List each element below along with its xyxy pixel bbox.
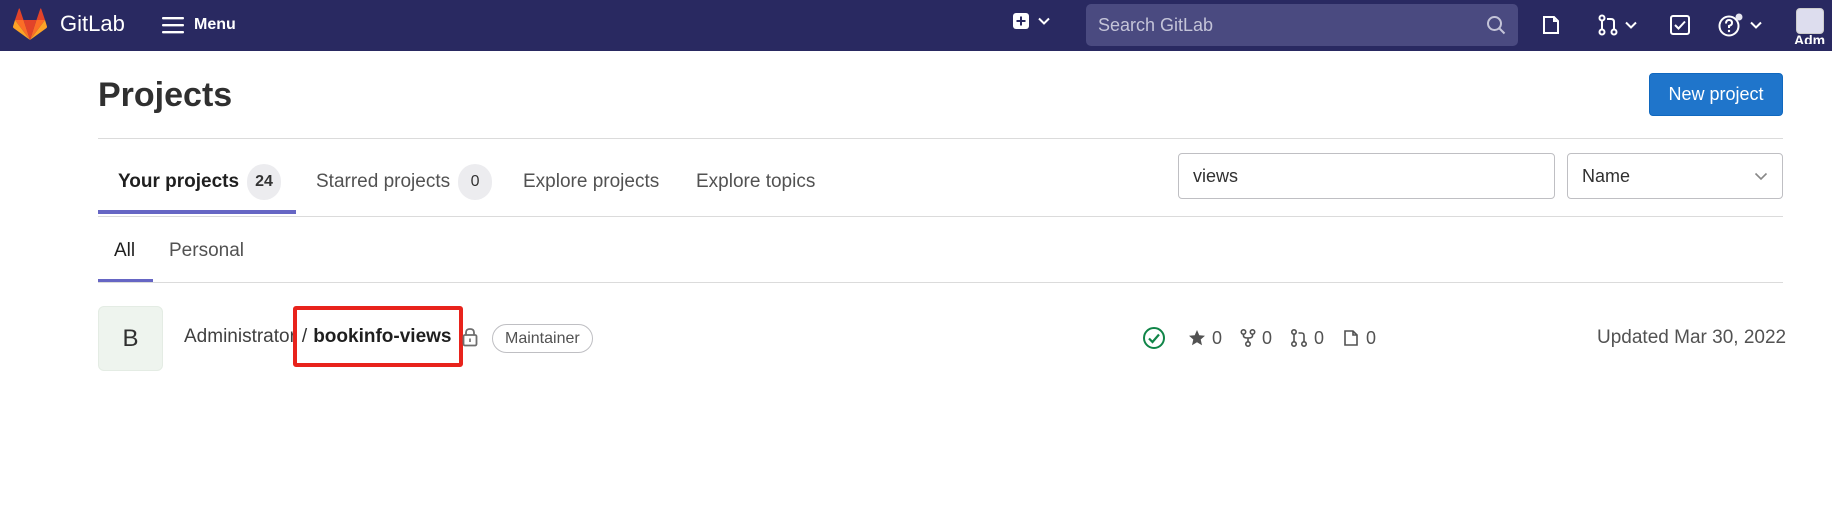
project-stats: 0 0 0 0 — [1142, 326, 1376, 350]
divider — [98, 282, 1783, 283]
tab-starred-projects[interactable]: Starred projects 0 — [316, 150, 493, 214]
chevron-down-icon — [1625, 21, 1637, 29]
create-new-dropdown[interactable] — [1012, 12, 1050, 30]
merge-request-icon — [1598, 14, 1618, 36]
lock-icon — [462, 328, 478, 347]
merge-requests-value: 0 — [1314, 327, 1325, 348]
todo-checkbox-icon — [1670, 15, 1690, 35]
tab-explore-projects[interactable]: Explore projects — [523, 150, 659, 214]
tab-count-badge: 0 — [458, 164, 493, 200]
subtab-all[interactable]: All — [114, 222, 135, 280]
stars-count[interactable]: 0 — [1188, 328, 1222, 349]
user-avatar-menu[interactable]: Adm — [1794, 8, 1828, 44]
merge-requests-nav-button[interactable] — [1597, 12, 1637, 38]
tab-your-projects[interactable]: Your projects 24 — [118, 150, 282, 214]
tab-label: Explore topics — [696, 171, 816, 192]
todos-nav-button[interactable] — [1669, 12, 1691, 38]
tab-explore-topics[interactable]: Explore topics — [696, 150, 815, 214]
issues-count[interactable]: 0 — [1342, 328, 1376, 349]
filter-by-name-input[interactable] — [1178, 153, 1555, 199]
project-avatar[interactable]: B — [98, 306, 163, 371]
gitlab-logo-icon[interactable] — [12, 7, 48, 43]
forks-count[interactable]: 0 — [1240, 328, 1272, 349]
global-search[interactable] — [1086, 4, 1518, 46]
chevron-down-icon — [1754, 172, 1768, 180]
divider — [98, 216, 1783, 217]
issues-value: 0 — [1366, 327, 1377, 348]
divider — [98, 138, 1783, 139]
tab-count-badge: 24 — [247, 164, 282, 200]
issues-icon — [1344, 330, 1358, 346]
star-icon — [1189, 330, 1205, 346]
issues-icon — [1543, 16, 1559, 34]
subtab-personal[interactable]: Personal — [169, 222, 244, 280]
main-menu-button[interactable]: Menu — [162, 11, 236, 39]
stars-value: 0 — [1212, 327, 1223, 348]
pipeline-success-icon[interactable] — [1142, 326, 1166, 350]
sort-selected-value: Name — [1582, 165, 1631, 186]
merge-request-icon — [1291, 329, 1308, 347]
sort-dropdown[interactable]: Name — [1567, 153, 1783, 199]
updated-timestamp: Updated Mar 30, 2022 — [1597, 327, 1786, 349]
hamburger-icon — [162, 17, 184, 34]
user-avatar-image — [1796, 8, 1824, 34]
role-badge: Maintainer — [492, 324, 593, 353]
help-icon — [1718, 13, 1743, 37]
chevron-down-icon — [1038, 17, 1050, 25]
page-title: Projects — [98, 76, 233, 114]
plus-square-icon — [1013, 13, 1029, 29]
issues-nav-button[interactable] — [1540, 12, 1562, 38]
tab-label: Starred projects — [316, 171, 451, 192]
active-tab-indicator — [98, 210, 296, 214]
brand-name[interactable]: GitLab — [60, 11, 125, 37]
updated-date: Mar 30, 2022 — [1674, 327, 1787, 348]
search-input[interactable] — [1098, 14, 1486, 36]
user-avatar-label: Adm — [1794, 32, 1826, 44]
new-project-button[interactable]: New project — [1649, 73, 1783, 116]
top-navbar: GitLab Menu Search GitLab Adm — [0, 0, 1832, 51]
project-namespace[interactable]: Administrator — [184, 326, 296, 348]
updated-prefix: Updated — [1597, 327, 1669, 348]
tab-label: Explore projects — [523, 171, 660, 192]
search-icon — [1487, 16, 1506, 35]
highlight-annotation-box — [293, 306, 463, 367]
merge-requests-count[interactable]: 0 — [1290, 328, 1324, 349]
help-nav-button[interactable] — [1718, 12, 1762, 38]
menu-label: Menu — [194, 16, 236, 33]
forks-value: 0 — [1262, 327, 1273, 348]
tab-label: Your projects — [118, 171, 240, 192]
chevron-down-icon — [1750, 21, 1762, 29]
fork-icon — [1240, 329, 1256, 347]
